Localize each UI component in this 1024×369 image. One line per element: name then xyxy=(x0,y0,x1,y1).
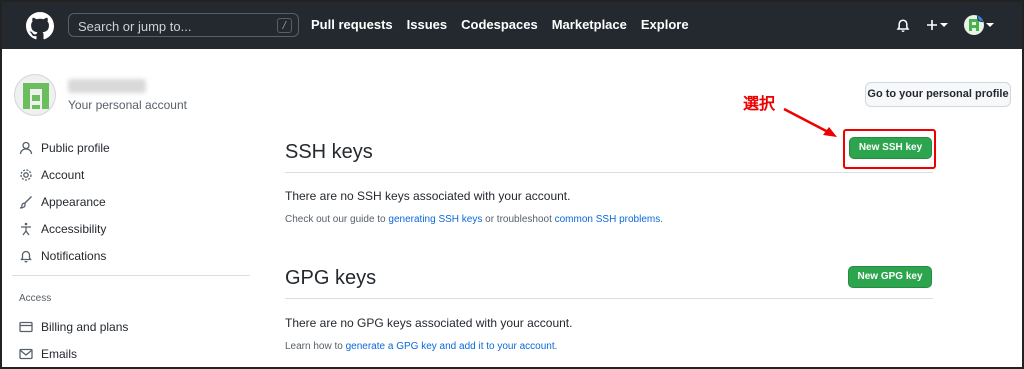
person-icon xyxy=(19,141,33,155)
sidebar-item-notifications[interactable]: Notifications xyxy=(19,249,106,263)
section-divider xyxy=(285,298,933,299)
nav-marketplace[interactable]: Marketplace xyxy=(552,17,627,32)
create-new-menu[interactable] xyxy=(926,19,948,31)
sidebar-item-public-profile[interactable]: Public profile xyxy=(19,141,110,155)
go-to-profile-button[interactable]: Go to your personal profile xyxy=(865,82,1011,107)
search-input[interactable]: Search or jump to... / xyxy=(68,13,299,37)
search-shortcut-key: / xyxy=(277,18,292,33)
user-menu[interactable] xyxy=(964,15,994,35)
sidebar-item-accessibility[interactable]: Accessibility xyxy=(19,222,106,236)
generating-ssh-keys-link[interactable]: generating SSH keys xyxy=(388,214,482,225)
sidebar-item-label: Public profile xyxy=(41,141,110,155)
account-name-blurred xyxy=(68,79,146,93)
sidebar-heading-access: Access xyxy=(19,293,52,304)
accessibility-icon xyxy=(21,222,31,236)
sidebar-item-billing[interactable]: Billing and plans xyxy=(19,320,128,334)
sidebar-item-label: Accessibility xyxy=(41,222,107,236)
sidebar-item-label: Emails xyxy=(41,347,78,361)
account-avatar xyxy=(14,74,56,116)
github-logo-icon[interactable] xyxy=(26,12,54,40)
ssh-help-text: Check out our guide to generating SSH ke… xyxy=(285,214,663,225)
chevron-down-icon xyxy=(986,23,994,27)
notifications-bell-icon[interactable] xyxy=(896,17,910,33)
mail-icon xyxy=(19,348,33,360)
header-actions xyxy=(896,15,994,35)
nav-issues[interactable]: Issues xyxy=(407,17,447,32)
annotation-arrow-icon xyxy=(783,107,837,137)
gpg-help-suffix: . xyxy=(554,341,558,352)
global-header: Search or jump to... / Pull requests Iss… xyxy=(2,2,1022,49)
paintbrush-icon xyxy=(19,196,32,209)
annotation-highlight-box xyxy=(843,129,936,169)
avatar xyxy=(964,15,984,35)
new-gpg-key-button[interactable]: New GPG key xyxy=(848,266,932,288)
gear-icon xyxy=(20,169,32,181)
account-subtitle: Your personal account xyxy=(68,98,187,112)
gpg-keys-heading: GPG keys xyxy=(285,267,377,289)
generate-gpg-key-link[interactable]: generate a GPG key and add it to your ac… xyxy=(346,341,555,352)
nav-pull-requests[interactable]: Pull requests xyxy=(311,17,393,32)
status-dot xyxy=(977,15,984,22)
chevron-down-icon xyxy=(940,23,948,27)
global-nav: Pull requests Issues Codespaces Marketpl… xyxy=(311,17,689,32)
search-placeholder: Search or jump to... xyxy=(78,19,192,34)
sidebar-item-appearance[interactable]: Appearance xyxy=(19,195,106,209)
ssh-help-middle: or troubleshoot xyxy=(482,214,555,225)
bell-icon xyxy=(20,250,32,263)
ssh-empty-message: There are no SSH keys associated with yo… xyxy=(285,189,571,203)
ssh-keys-heading: SSH keys xyxy=(285,141,373,163)
plus-icon xyxy=(927,20,937,30)
sidebar-item-account[interactable]: Account xyxy=(19,168,84,182)
sidebar-item-label: Notifications xyxy=(41,249,107,263)
common-ssh-problems-link[interactable]: common SSH problems xyxy=(555,214,661,225)
ssh-help-suffix: . xyxy=(660,214,663,225)
gpg-help-prefix: Learn how to xyxy=(285,341,346,352)
sidebar-item-emails[interactable]: Emails xyxy=(19,347,77,361)
nav-explore[interactable]: Explore xyxy=(641,17,689,32)
nav-codespaces[interactable]: Codespaces xyxy=(461,17,538,32)
sidebar-item-label: Billing and plans xyxy=(41,320,129,334)
sidebar-item-label: Account xyxy=(41,168,85,182)
sidebar-divider xyxy=(12,275,250,276)
gpg-empty-message: There are no GPG keys associated with yo… xyxy=(285,316,573,330)
ssh-help-prefix: Check out our guide to xyxy=(285,214,389,225)
credit-card-icon xyxy=(19,321,33,333)
section-divider xyxy=(285,172,933,173)
screenshot-frame: Search or jump to... / Pull requests Iss… xyxy=(0,0,1024,369)
gpg-help-text: Learn how to generate a GPG key and add … xyxy=(285,341,557,352)
annotation-label: 選択 xyxy=(743,96,776,113)
sidebar-item-label: Appearance xyxy=(41,195,106,209)
